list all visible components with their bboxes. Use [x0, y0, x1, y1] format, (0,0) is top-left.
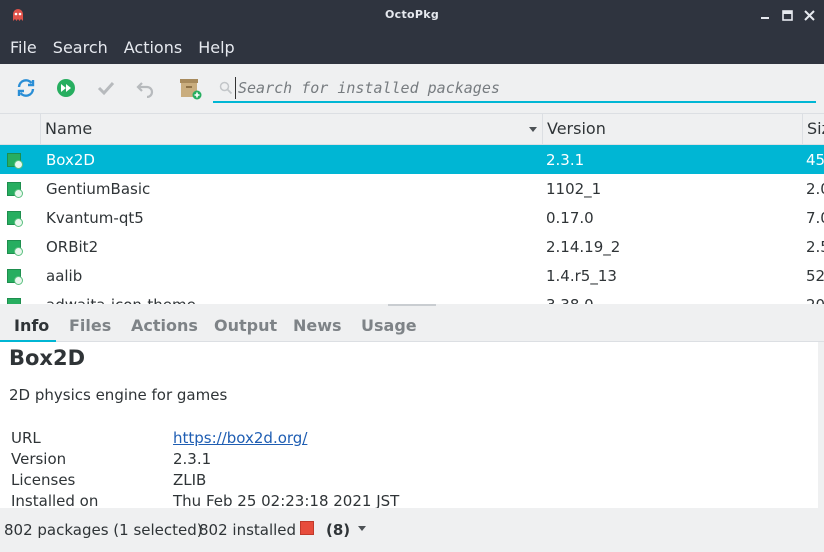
- package-size: 52: [806, 267, 824, 285]
- package-table: Name Version Size Box2D 2.3.1 45 Gentium…: [0, 114, 824, 304]
- package-size: 2.0: [806, 180, 824, 198]
- maximize-button[interactable]: [778, 6, 796, 24]
- outdated-packages-icon[interactable]: [300, 521, 314, 535]
- package-title: Box2D: [9, 346, 86, 370]
- field-value: Thu Feb 25 02:23:18 2021 JST: [173, 492, 400, 508]
- fast-forward-icon: [57, 79, 75, 97]
- close-icon: [803, 9, 815, 21]
- installed-package-icon: [7, 298, 21, 304]
- package-info-panel: Box2D 2D physics engine for games URL ht…: [0, 342, 818, 508]
- chevron-down-icon[interactable]: [357, 526, 367, 532]
- info-scrollbar[interactable]: [818, 342, 824, 508]
- package-name: Kvantum-qt5: [46, 209, 144, 227]
- rollback-button[interactable]: [134, 76, 158, 100]
- menu-search[interactable]: Search: [53, 38, 108, 57]
- package-version: 2.3.1: [546, 151, 585, 169]
- package-version: 3.38.0: [546, 296, 796, 304]
- sort-descending-icon: [529, 127, 537, 132]
- tab-files[interactable]: Files: [69, 316, 111, 335]
- field-label: Licenses: [11, 471, 76, 489]
- menu-actions[interactable]: Actions: [124, 38, 182, 57]
- install-local-package-button[interactable]: [178, 76, 202, 100]
- undo-icon: [136, 82, 154, 98]
- package-count-status: 802 packages (1 selected): [4, 521, 203, 539]
- package-box-icon: [180, 79, 202, 100]
- tab-news[interactable]: News: [293, 316, 342, 335]
- table-row[interactable]: aalib 1.4.r5_13 52: [0, 261, 824, 290]
- close-button[interactable]: [800, 6, 818, 24]
- tab-usage[interactable]: Usage: [361, 316, 417, 335]
- table-header: Name Version Size: [0, 114, 824, 145]
- package-name: Box2D: [46, 151, 95, 169]
- menu-help[interactable]: Help: [198, 38, 234, 57]
- package-name: ORBit2: [46, 238, 99, 256]
- search-input[interactable]: [235, 77, 805, 99]
- table-row[interactable]: ORBit2 2.14.19_2 2.5: [0, 232, 824, 261]
- table-row[interactable]: adwaita-icon-theme 3.38.0 20: [0, 290, 824, 304]
- status-bar: 802 packages (1 selected) 802 installed …: [0, 508, 824, 552]
- installed-package-icon: [7, 240, 23, 256]
- package-version: 1.4.r5_13: [546, 267, 617, 285]
- search-box: [213, 75, 816, 103]
- commit-button[interactable]: [94, 76, 118, 100]
- search-icon: [219, 81, 233, 95]
- package-size: 20: [806, 296, 824, 304]
- package-name: GentiumBasic: [46, 180, 151, 198]
- minimize-icon: [761, 17, 769, 19]
- sync-database-button[interactable]: [14, 76, 38, 100]
- tab-info[interactable]: Info: [14, 316, 49, 335]
- installed-package-icon: [7, 153, 23, 169]
- field-label: Installed on: [11, 492, 99, 508]
- menu-file[interactable]: File: [10, 38, 37, 57]
- column-header-name-label: Name: [45, 119, 93, 138]
- tab-output[interactable]: Output: [214, 316, 277, 335]
- checkmark-icon: [97, 81, 115, 96]
- minimize-button[interactable]: [756, 6, 774, 24]
- field-value: 2.3.1: [173, 450, 212, 468]
- column-header-version[interactable]: Version: [542, 114, 802, 145]
- details-tab-bar: Info Files Actions Output News Usage: [0, 306, 824, 342]
- package-size: 45: [806, 151, 824, 169]
- maximize-icon: [781, 9, 793, 21]
- column-header-name[interactable]: Name: [40, 114, 542, 145]
- package-size: 2.5: [806, 238, 824, 256]
- installed-package-icon: [7, 269, 23, 285]
- window-title: OctoPkg: [384, 8, 440, 21]
- table-row[interactable]: Kvantum-qt5 0.17.0 7.0: [0, 203, 824, 232]
- package-name: aalib: [46, 267, 83, 285]
- table-row[interactable]: GentiumBasic 1102_1 2.0: [0, 174, 824, 203]
- package-url-link[interactable]: https://box2d.org/: [173, 429, 307, 447]
- package-version: 1102_1: [546, 180, 602, 198]
- package-version: 0.17.0: [546, 209, 594, 227]
- package-description: 2D physics engine for games: [9, 386, 228, 404]
- table-row[interactable]: Box2D 2.3.1 45: [0, 145, 824, 174]
- menu-bar: File Search Actions Help: [0, 30, 824, 64]
- system-upgrade-button[interactable]: [54, 76, 78, 100]
- outdated-count[interactable]: (8): [326, 521, 350, 539]
- tab-actions[interactable]: Actions: [131, 316, 198, 335]
- installed-package-icon: [7, 211, 23, 227]
- title-bar: OctoPkg: [0, 0, 824, 30]
- field-value: ZLIB: [173, 471, 207, 489]
- column-header-size[interactable]: Size: [802, 114, 824, 145]
- package-name: adwaita-icon-theme: [46, 296, 536, 304]
- installed-package-icon: [7, 182, 23, 198]
- package-size: 7.0: [806, 209, 824, 227]
- installed-count-status: 802 installed: [199, 521, 297, 539]
- field-label: URL: [11, 429, 41, 447]
- sync-icon: [17, 79, 35, 97]
- field-label: Version: [11, 450, 67, 468]
- package-version: 2.14.19_2: [546, 238, 621, 256]
